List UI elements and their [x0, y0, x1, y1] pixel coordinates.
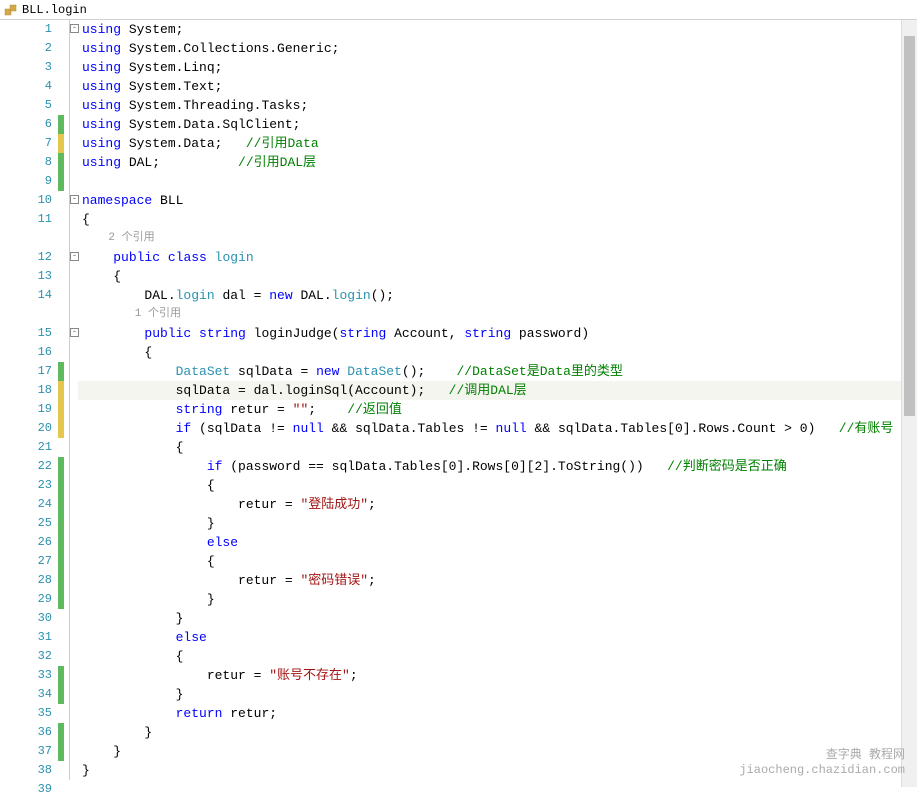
line-number: 17	[0, 362, 52, 381]
code-line[interactable]: if (password == sqlData.Tables[0].Rows[0…	[78, 457, 917, 476]
line-number: 11	[0, 210, 52, 229]
code-line[interactable]: return retur;	[78, 704, 917, 723]
code-line[interactable]: using System.Linq;	[78, 58, 917, 77]
code-line[interactable]: }	[78, 514, 917, 533]
code-line[interactable]: using System.Text;	[78, 77, 917, 96]
line-number: 16	[0, 343, 52, 362]
line-number-gutter: 1234567891011121314151617181920212223242…	[0, 20, 58, 787]
line-number: 35	[0, 704, 52, 723]
code-line[interactable]: string retur = ""; //返回值	[78, 400, 917, 419]
code-line[interactable]: retur = "密码错误";	[78, 571, 917, 590]
code-line[interactable]: public class login	[78, 248, 917, 267]
line-number: 12	[0, 248, 52, 267]
line-number: 9	[0, 172, 52, 191]
line-number: 13	[0, 267, 52, 286]
line-number: 19	[0, 400, 52, 419]
code-line[interactable]: DataSet sqlData = new DataSet(); //DataS…	[78, 362, 917, 381]
line-number: 37	[0, 742, 52, 761]
line-number: 18	[0, 381, 52, 400]
outline-margin: ----	[64, 20, 78, 787]
code-line[interactable]: using System.Data.SqlClient;	[78, 115, 917, 134]
line-number: 14	[0, 286, 52, 305]
vertical-scrollbar[interactable]	[901, 20, 917, 787]
code-line[interactable]: using System.Threading.Tasks;	[78, 96, 917, 115]
tab-bll-login[interactable]: BLL.login	[4, 3, 87, 17]
watermark: 查字典 教程网 jiaocheng.chazidian.com	[739, 748, 905, 779]
line-number: 34	[0, 685, 52, 704]
csharp-class-icon	[4, 3, 18, 17]
line-number: 24	[0, 495, 52, 514]
line-number: 38	[0, 761, 52, 780]
line-number: 39	[0, 780, 52, 799]
line-number: 26	[0, 533, 52, 552]
line-number: 4	[0, 77, 52, 96]
line-number: 36	[0, 723, 52, 742]
code-line[interactable]: using System;	[78, 20, 917, 39]
code-line[interactable]: {	[78, 267, 917, 286]
code-line[interactable]: namespace BLL	[78, 191, 917, 210]
line-number: 27	[0, 552, 52, 571]
line-number: 33	[0, 666, 52, 685]
code-area[interactable]: using System;using System.Collections.Ge…	[78, 20, 917, 787]
line-number: 29	[0, 590, 52, 609]
code-line[interactable]: {	[78, 438, 917, 457]
line-number: 5	[0, 96, 52, 115]
code-line[interactable]: else	[78, 628, 917, 647]
code-line[interactable]: using System.Data; //引用Data	[78, 134, 917, 153]
code-line[interactable]: public string loginJudge(string Account,…	[78, 324, 917, 343]
code-line[interactable]: }	[78, 590, 917, 609]
code-line[interactable]: {	[78, 476, 917, 495]
line-number: 21	[0, 438, 52, 457]
line-number: 30	[0, 609, 52, 628]
code-line[interactable]: retur = "账号不存在";	[78, 666, 917, 685]
code-line[interactable]: sqlData = dal.loginSql(Account); //调用DAL…	[78, 381, 917, 400]
line-number: 6	[0, 115, 52, 134]
code-line[interactable]: {	[78, 343, 917, 362]
scrollbar-thumb[interactable]	[904, 36, 915, 416]
line-number: 8	[0, 153, 52, 172]
code-line[interactable]: {	[78, 552, 917, 571]
code-line[interactable]: using System.Collections.Generic;	[78, 39, 917, 58]
line-number: 22	[0, 457, 52, 476]
code-line[interactable]: using DAL; //引用DAL层	[78, 153, 917, 172]
tab-title: BLL.login	[22, 3, 87, 17]
code-line[interactable]: DAL.login dal = new DAL.login();	[78, 286, 917, 305]
code-line[interactable]: else	[78, 533, 917, 552]
line-number: 28	[0, 571, 52, 590]
line-number: 3	[0, 58, 52, 77]
code-line[interactable]: {	[78, 210, 917, 229]
code-line[interactable]: retur = "登陆成功";	[78, 495, 917, 514]
line-number: 15	[0, 324, 52, 343]
codelens-references[interactable]: 2 个引用	[78, 229, 917, 248]
line-number: 20	[0, 419, 52, 438]
line-number: 32	[0, 647, 52, 666]
codelens-references[interactable]: 1 个引用	[78, 305, 917, 324]
line-number: 10	[0, 191, 52, 210]
line-number: 31	[0, 628, 52, 647]
line-number: 25	[0, 514, 52, 533]
tab-bar: BLL.login	[0, 0, 917, 20]
code-line[interactable]: }	[78, 723, 917, 742]
code-line[interactable]: {	[78, 647, 917, 666]
line-number: 2	[0, 39, 52, 58]
line-number: 23	[0, 476, 52, 495]
code-line[interactable]	[78, 780, 917, 799]
code-line[interactable]: }	[78, 685, 917, 704]
code-editor[interactable]: 1234567891011121314151617181920212223242…	[0, 20, 917, 787]
watermark-line2: jiaocheng.chazidian.com	[739, 763, 905, 779]
watermark-line1: 查字典 教程网	[739, 748, 905, 764]
code-line[interactable]	[78, 172, 917, 191]
line-number: 7	[0, 134, 52, 153]
line-number: 1	[0, 20, 52, 39]
code-line[interactable]: }	[78, 609, 917, 628]
code-line[interactable]: if (sqlData != null && sqlData.Tables !=…	[78, 419, 917, 438]
